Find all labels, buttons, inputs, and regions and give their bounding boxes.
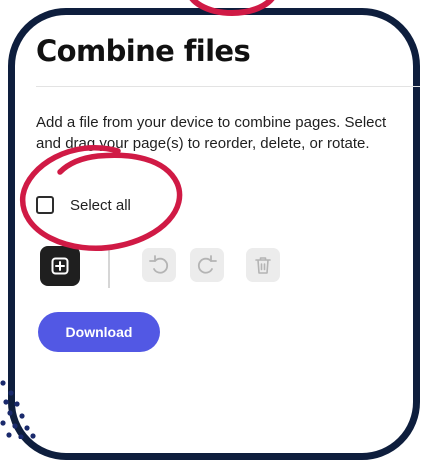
download-button[interactable]: Download [38, 312, 160, 352]
select-all-checkbox[interactable]: Select all [36, 193, 131, 217]
rotate-right-button[interactable] [190, 248, 224, 282]
toolbar-divider [108, 250, 110, 288]
add-file-icon [51, 257, 69, 275]
instructions-text: Add a file from your device to combine p… [36, 114, 387, 152]
add-file-button[interactable] [40, 246, 80, 286]
checkbox-box[interactable] [36, 196, 54, 214]
rotate-left-button[interactable] [142, 248, 176, 282]
page-title: Combine files [36, 34, 251, 68]
delete-icon [255, 257, 271, 274]
delete-button[interactable] [246, 248, 280, 282]
rotate-right-icon [197, 255, 217, 274]
dialog-frame [8, 8, 420, 460]
rotate-left-icon [149, 255, 169, 274]
title-divider [36, 86, 420, 87]
select-all-label: Select all [70, 196, 131, 214]
